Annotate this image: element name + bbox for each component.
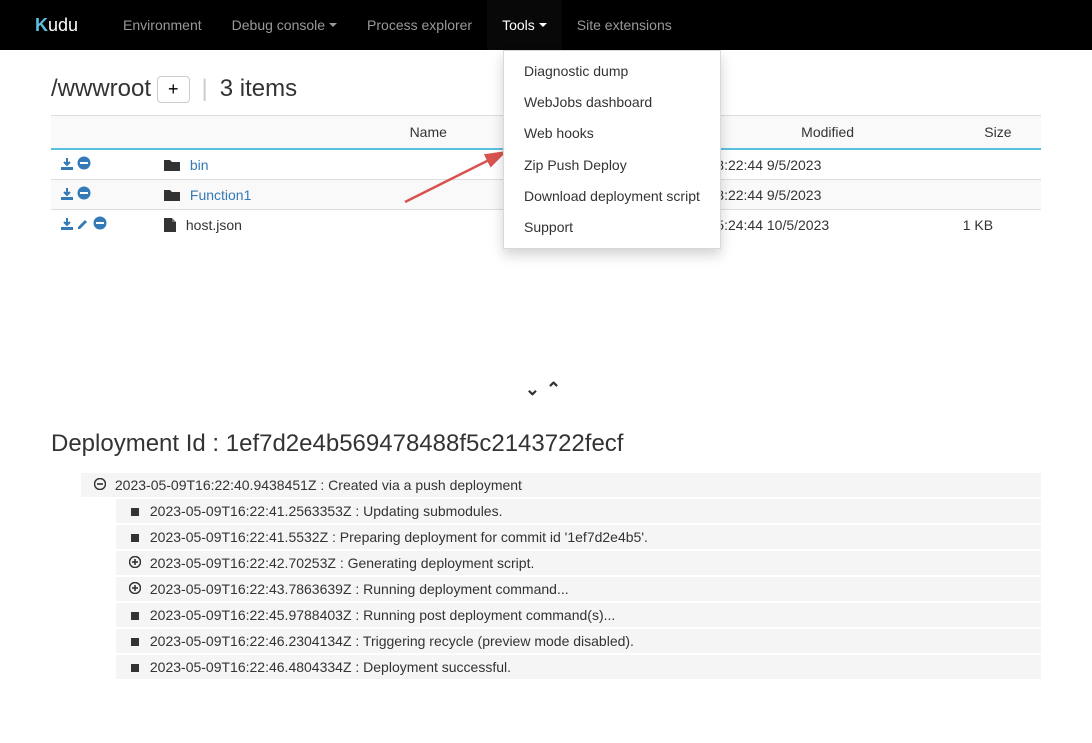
log-entry: 2023-05-09T16:22:46.2304134Z : Triggerin… — [116, 629, 1041, 653]
current-path: /wwwroot — [51, 75, 151, 103]
delete-icon[interactable] — [77, 186, 91, 203]
log-plus-icon — [124, 555, 146, 571]
divider: | — [202, 75, 208, 103]
tools-dropdown: Diagnostic dump WebJobs dashboard Web ho… — [503, 50, 721, 249]
log-entry: 2023-05-09T16:22:41.5532Z : Preparing de… — [116, 525, 1041, 549]
caret-icon — [539, 23, 547, 27]
expand-toggle[interactable]: ⌄⌃ — [51, 379, 1041, 400]
folder-icon — [164, 157, 180, 173]
log-text: 2023-05-09T16:22:45.9788403Z : Running p… — [150, 607, 615, 623]
nav-environment[interactable]: Environment — [108, 0, 217, 50]
log-square-icon — [124, 607, 146, 623]
log-minus-icon — [89, 477, 111, 493]
nav-debug-console[interactable]: Debug console — [217, 0, 352, 50]
log-square-icon — [124, 633, 146, 649]
delete-icon[interactable] — [77, 156, 91, 173]
download-icon[interactable] — [61, 187, 73, 203]
folder-icon — [164, 187, 180, 203]
log-entry: 2023-05-09T16:22:41.2563353Z : Updating … — [116, 499, 1041, 523]
folder-link[interactable]: Function1 — [190, 187, 251, 203]
file-icon — [164, 217, 176, 233]
brand-logo[interactable]: Kudu — [15, 15, 108, 36]
nav-tools[interactable]: Tools — [487, 0, 562, 50]
log-text: 2023-05-09T16:22:46.2304134Z : Triggerin… — [150, 633, 634, 649]
navbar: Kudu Environment Debug console Process e… — [0, 0, 1092, 50]
size-cell — [955, 149, 1041, 180]
download-icon[interactable] — [61, 217, 73, 233]
log-text: 2023-05-09T16:22:41.5532Z : Preparing de… — [150, 529, 648, 545]
log-text: 2023-05-09T16:22:41.2563353Z : Updating … — [150, 503, 503, 519]
log-text: 2023-05-09T16:22:40.9438451Z : Created v… — [115, 477, 522, 493]
log-entry: 2023-05-09T16:22:45.9788403Z : Running p… — [116, 603, 1041, 627]
log-square-icon — [124, 659, 146, 675]
add-button[interactable]: + — [157, 76, 190, 103]
log-text: 2023-05-09T16:22:46.4804334Z : Deploymen… — [150, 659, 511, 675]
chevron-up-icon[interactable]: ⌃ — [546, 379, 567, 399]
log-entry: 2023-05-09T16:22:46.4804334Z : Deploymen… — [116, 655, 1041, 679]
modified-cell: 23:22:44 9/5/2023 — [701, 149, 955, 180]
folder-link[interactable]: bin — [190, 157, 209, 173]
log-entry[interactable]: 2023-05-09T16:22:40.9438451Z : Created v… — [81, 473, 1041, 497]
menu-webjobs-dashboard[interactable]: WebJobs dashboard — [504, 87, 720, 118]
edit-icon[interactable] — [77, 217, 89, 233]
size-cell — [955, 180, 1041, 210]
chevron-down-icon[interactable]: ⌄ — [525, 379, 546, 399]
delete-icon[interactable] — [93, 216, 107, 233]
deployment-log: 2023-05-09T16:22:40.9438451Z : Created v… — [51, 473, 1041, 679]
caret-icon — [329, 23, 337, 27]
log-square-icon — [124, 503, 146, 519]
log-plus-icon — [124, 581, 146, 597]
deployment-title: Deployment Id : 1ef7d2e4b569478488f5c214… — [51, 430, 1041, 458]
log-text: 2023-05-09T16:22:42.70253Z : Generating … — [150, 555, 534, 571]
file-name: host.json — [186, 217, 242, 233]
menu-zip-push-deploy[interactable]: Zip Push Deploy — [504, 150, 720, 181]
col-modified: Modified — [701, 116, 955, 150]
download-icon[interactable] — [61, 157, 73, 173]
log-square-icon — [124, 529, 146, 545]
col-actions — [51, 116, 156, 150]
modified-cell: 05:24:44 10/5/2023 — [701, 210, 955, 240]
item-count: 3 items — [220, 75, 297, 103]
menu-download-deployment-script[interactable]: Download deployment script — [504, 181, 720, 212]
menu-web-hooks[interactable]: Web hooks — [504, 118, 720, 149]
menu-diagnostic-dump[interactable]: Diagnostic dump — [504, 56, 720, 87]
log-text: 2023-05-09T16:22:43.7863639Z : Running d… — [150, 581, 569, 597]
modified-cell: 23:22:44 9/5/2023 — [701, 180, 955, 210]
col-size: Size — [955, 116, 1041, 150]
menu-support[interactable]: Support — [504, 212, 720, 243]
size-cell: 1 KB — [955, 210, 1041, 240]
nav-process-explorer[interactable]: Process explorer — [352, 0, 487, 50]
log-entry[interactable]: 2023-05-09T16:22:43.7863639Z : Running d… — [116, 577, 1041, 601]
log-entry[interactable]: 2023-05-09T16:22:42.70253Z : Generating … — [116, 551, 1041, 575]
nav-site-extensions[interactable]: Site extensions — [562, 0, 687, 50]
